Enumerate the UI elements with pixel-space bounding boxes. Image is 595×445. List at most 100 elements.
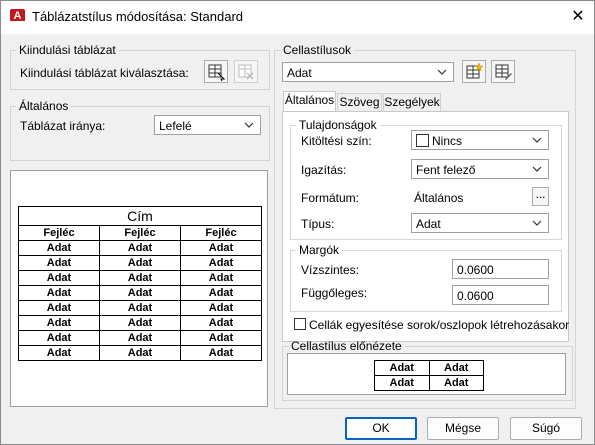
cell-preview-table: Adat Adat Adat Adat [374, 360, 484, 391]
table-direction-value: Lefelé [159, 119, 192, 133]
chevron-down-icon [244, 122, 254, 128]
cell-preview-cell: Adat [428, 360, 484, 376]
ok-button[interactable]: OK [345, 417, 417, 440]
type-dropdown[interactable]: Adat [411, 213, 549, 233]
preview-data-cell: Adat [18, 255, 100, 271]
vertical-margin-input[interactable]: 0.0600 [452, 285, 549, 305]
preview-header-cell: Fejléc [18, 225, 100, 241]
preview-data-cell: Adat [99, 255, 181, 271]
chevron-down-icon [532, 137, 542, 143]
preview-data-row: Adat Adat Adat [18, 300, 262, 316]
vertical-margin-value: 0.0600 [457, 289, 494, 303]
merge-cells-checkbox[interactable] [294, 318, 306, 330]
type-label: Típus: [301, 217, 335, 231]
table-direction-label: Táblázat iránya: [20, 119, 106, 133]
chevron-down-icon [532, 220, 542, 226]
preview-data-row: Adat Adat Adat [18, 315, 262, 331]
cell-preview-row: Adat Adat [374, 360, 484, 376]
preview-data-cell: Adat [99, 330, 181, 346]
format-value: Általános [414, 191, 464, 205]
preview-data-cell: Adat [18, 315, 100, 331]
help-button[interactable]: Súgó [510, 417, 582, 440]
table-preview: Cím Fejléc Fejléc Fejléc Adat Adat Adat Ada… [10, 170, 268, 407]
preview-header-cell: Fejléc [180, 225, 262, 241]
tab-general[interactable]: Általános [283, 91, 336, 112]
vertical-margin-label: Függőleges: [301, 286, 368, 300]
preview-data-cell: Adat [180, 240, 262, 256]
preview-data-cell: Adat [99, 240, 181, 256]
cancel-button[interactable]: Mégse [427, 417, 499, 440]
preview-data-row: Adat Adat Adat [18, 330, 262, 346]
preview-data-cell: Adat [99, 270, 181, 286]
preview-data-cell: Adat [99, 300, 181, 316]
preview-data-cell: Adat [18, 345, 100, 361]
properties-legend: Tulajdonságok [299, 118, 377, 132]
merge-cells-label: Cellák egyesítése sorok/oszlopok létreho… [309, 318, 570, 332]
alignment-dropdown[interactable]: Fent felező [411, 159, 549, 179]
autocad-app-icon: A [10, 9, 25, 25]
preview-data-cell: Adat [180, 315, 262, 331]
remove-table-icon [238, 64, 254, 80]
title-bar: A Táblázatstílus módosítása: Standard ✕ [1, 1, 594, 34]
color-swatch [416, 134, 429, 147]
chevron-down-icon [437, 69, 447, 75]
preview-title-cell: Cím [18, 206, 262, 226]
horizontal-margin-value: 0.0600 [457, 263, 494, 277]
preview-data-row: Adat Adat Adat [18, 270, 262, 286]
preview-data-cell: Adat [18, 240, 100, 256]
preview-data-cell: Adat [99, 345, 181, 361]
select-table-icon [208, 64, 226, 82]
horizontal-margin-label: Vízszintes: [301, 263, 360, 277]
preview-data-row: Adat Adat Adat [18, 255, 262, 271]
tab-borders[interactable]: Szegélyek [383, 93, 441, 111]
preview-data-cell: Adat [18, 270, 100, 286]
remove-table-button[interactable] [234, 60, 258, 83]
cell-preview-cell: Adat [374, 360, 430, 376]
preview-data-cell: Adat [99, 285, 181, 301]
chevron-down-icon [532, 166, 542, 172]
fill-color-dropdown[interactable]: Nincs [411, 130, 549, 150]
manage-cell-styles-icon [495, 64, 512, 80]
cell-preview-cell: Adat [374, 375, 430, 391]
preview-data-cell: Adat [180, 300, 262, 316]
preview-data-row: Adat Adat Adat [18, 345, 262, 361]
alignment-value: Fent felező [416, 163, 476, 177]
margins-legend: Margók [299, 243, 340, 257]
preview-data-cell: Adat [18, 330, 100, 346]
cell-style-preview-legend: Cellastílus előnézete [291, 339, 402, 353]
preview-data-cell: Adat [180, 270, 262, 286]
horizontal-margin-input[interactable]: 0.0600 [452, 259, 549, 279]
format-label: Formátum: [301, 191, 360, 205]
fill-color-label: Kitöltési szín: [301, 134, 372, 148]
type-value: Adat [416, 217, 441, 231]
cell-preview-cell: Adat [428, 375, 484, 391]
preview-table: Cím Fejléc Fejléc Fejléc Adat Adat Adat Ada… [18, 206, 262, 361]
preview-data-cell: Adat [18, 300, 100, 316]
cell-style-preview: Adat Adat Adat Adat [287, 353, 566, 395]
preview-data-cell: Adat [18, 285, 100, 301]
preview-data-cell: Adat [180, 255, 262, 271]
manage-cell-styles-button[interactable] [491, 60, 515, 83]
tab-text[interactable]: Szöveg [337, 93, 382, 111]
format-browse-button[interactable]: ... [532, 187, 549, 206]
preview-data-cell: Adat [180, 330, 262, 346]
window-title: Táblázatstílus módosítása: Standard [32, 9, 244, 24]
cell-styles-legend: Cellastílusok [283, 43, 352, 57]
dialog-window: A Táblázatstílus módosítása: Standard ✕ … [0, 0, 595, 445]
new-cell-style-button[interactable] [462, 60, 486, 83]
preview-header-cell: Fejléc [99, 225, 181, 241]
preview-data-cell: Adat [180, 285, 262, 301]
table-direction-dropdown[interactable]: Lefelé [154, 115, 261, 135]
general-legend: Általános [19, 99, 69, 113]
close-icon[interactable]: ✕ [567, 7, 589, 27]
preview-data-cell: Adat [99, 315, 181, 331]
preview-data-row: Adat Adat Adat [18, 240, 262, 256]
cell-style-dropdown[interactable]: Adat [282, 62, 454, 82]
cell-style-value: Adat [287, 66, 312, 80]
start-table-legend: Kiindulási táblázat [19, 43, 116, 57]
cell-preview-row: Adat Adat [374, 375, 484, 391]
preview-data-cell: Adat [180, 345, 262, 361]
new-cell-style-icon [466, 62, 484, 79]
select-table-button[interactable] [204, 60, 228, 83]
preview-data-row: Adat Adat Adat [18, 285, 262, 301]
